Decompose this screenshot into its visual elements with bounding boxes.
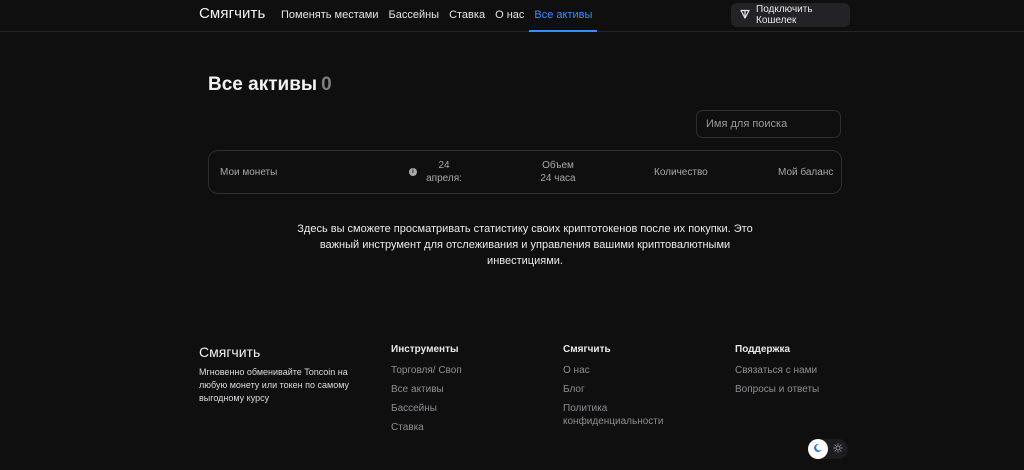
empty-state-message: Здесь вы сможете просматривать статистик… (297, 223, 753, 267)
nav-swap[interactable]: Поменять местами (276, 0, 383, 32)
footer-link-about[interactable]: О нас (563, 364, 673, 377)
column-my-coins[interactable]: Мои монеты (220, 151, 277, 193)
footer-column-title: Смягчить (563, 344, 611, 355)
footer-column-title: Инструменты (391, 344, 459, 355)
nav-stake[interactable]: Ставка (444, 0, 490, 32)
page-title-text: Все активы (208, 74, 318, 95)
light-mode-button[interactable] (828, 439, 848, 459)
footer-link-stake[interactable]: Ставка (391, 421, 462, 434)
search-input[interactable] (696, 110, 841, 138)
footer-link-privacy[interactable]: Политика конфиденциальности (563, 402, 673, 428)
footer-link-all-assets[interactable]: Все активы (391, 383, 462, 396)
column-quantity[interactable]: Количество (654, 151, 708, 193)
footer-link-contact[interactable]: Связаться с нами (735, 364, 819, 377)
moon-icon (813, 440, 823, 458)
main-nav: Поменять местами Бассейны Ставка О нас В… (276, 0, 598, 32)
nav-all-assets[interactable]: Все активы (529, 0, 598, 32)
footer-column-support: Поддержка Связаться с нами Вопросы и отв… (735, 344, 819, 402)
top-navbar: Смягчить Поменять местами Бассейны Ставк… (0, 0, 1024, 32)
nav-pools[interactable]: Бассейны (383, 0, 444, 32)
column-date-label: 24 апреля: (426, 160, 462, 184)
footer-description: Мгновенно обменивайте Toncoin на любую м… (199, 367, 350, 403)
info-icon[interactable]: i (409, 168, 417, 176)
footer-column-tools: Инструменты Торговля/ Своп Все активы Ба… (391, 344, 462, 440)
theme-toggle[interactable] (808, 439, 848, 459)
footer-link-faq[interactable]: Вопросы и ответы (735, 383, 819, 396)
dark-mode-button[interactable] (808, 439, 828, 459)
assets-table-header: Мои монеты i 24 апреля: Объем 24 часа Ко… (208, 150, 842, 194)
footer-column-company: Смягчить О нас Блог Политика конфиденциа… (563, 344, 673, 434)
column-my-balance[interactable]: Мой баланс (778, 151, 833, 193)
assets-count: 0 (321, 74, 332, 95)
ton-icon (740, 9, 750, 22)
page-title: Все активы 0 (208, 74, 332, 96)
footer-link-blog[interactable]: Блог (563, 383, 673, 396)
footer-link-trade-swap[interactable]: Торговля/ Своп (391, 364, 462, 377)
column-date[interactable]: i 24 апреля: (409, 151, 463, 193)
footer-logo[interactable]: Смягчить (199, 344, 260, 360)
connect-wallet-label: Подключить Кошелек (756, 4, 813, 26)
column-volume-24h[interactable]: Объем 24 часа (536, 151, 580, 193)
footer-column-title: Поддержка (735, 344, 791, 355)
connect-wallet-button[interactable]: Подключить Кошелек (731, 3, 850, 27)
footer-link-pools[interactable]: Бассейны (391, 402, 462, 415)
nav-about[interactable]: О нас (490, 0, 529, 32)
sun-icon (833, 440, 843, 458)
logo[interactable]: Смягчить (199, 5, 265, 22)
